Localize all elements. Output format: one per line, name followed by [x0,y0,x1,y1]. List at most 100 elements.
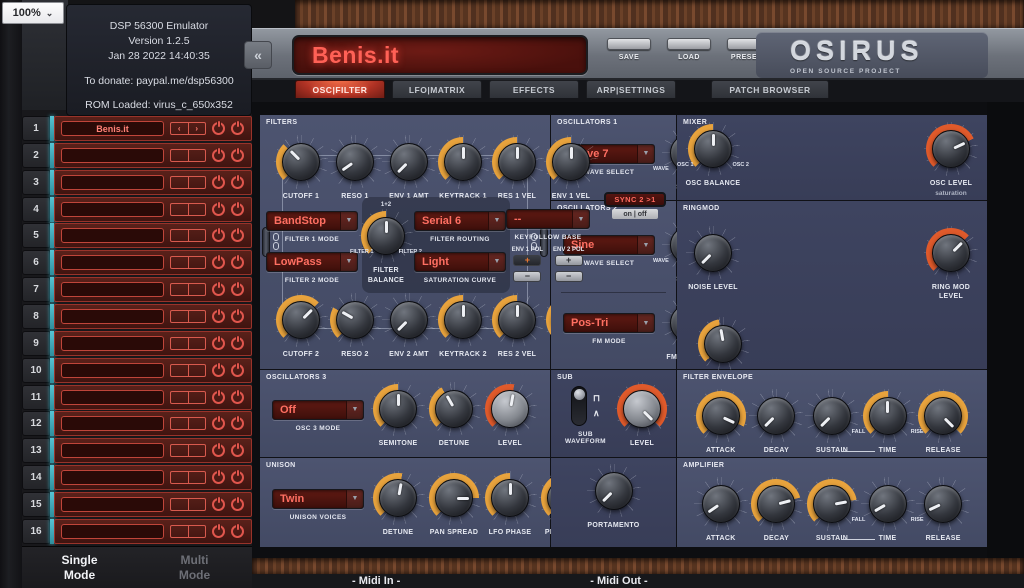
button-cell[interactable] [189,257,206,268]
knob-dial[interactable] [490,293,544,347]
knob-dial[interactable] [382,135,436,189]
filter2-mode-select[interactable]: LowPass ▼ [266,252,358,272]
knob-dial[interactable] [916,477,970,531]
part-select-button[interactable] [170,337,206,350]
part-power-icon[interactable] [231,229,244,242]
part-row-5[interactable]: 5 [22,223,252,248]
part-power-icon[interactable] [212,149,225,162]
part-name-display[interactable]: Benis.it [61,121,164,136]
unison-voices-select[interactable]: Twin ▼ [272,489,364,509]
knob-dial[interactable] [274,293,328,347]
part-power-icon[interactable] [212,283,225,296]
tab-lfo-matrix[interactable]: LFO|MATRIX [392,80,482,98]
part-power-icon[interactable] [212,391,225,404]
part-power-icon[interactable] [231,310,244,323]
knob-dial[interactable] [924,122,978,176]
part-power-icon[interactable] [212,444,225,457]
button-cell[interactable] [171,177,189,188]
part-power-icon[interactable] [212,122,225,135]
button-cell[interactable] [171,499,189,510]
part-select-button[interactable] [170,391,206,404]
filter1-mode-select[interactable]: BandStop ▼ [266,211,358,231]
button-cell[interactable] [189,499,206,510]
env1-vel-knob[interactable]: ENV 1 VEL [544,135,598,201]
knob-dial[interactable] [483,382,537,436]
res1-vel-knob[interactable]: RES 1 VEL [490,135,544,201]
next-patch-icon[interactable]: › [189,123,206,134]
part-name-display[interactable] [61,202,164,217]
part-power-icon[interactable] [231,176,244,189]
part-name-display[interactable] [61,148,164,163]
part-power-icon[interactable] [231,283,244,296]
knob-dial[interactable] [544,135,598,189]
knob-dial[interactable] [694,477,748,531]
fenv-decay-knob[interactable]: DECAY [749,389,805,455]
lfo-phase-knob[interactable]: LFO PHASE [482,471,538,537]
cutoff1-knob[interactable]: CUTOFF 1 [274,135,328,201]
button-cell[interactable] [189,472,206,483]
save-button[interactable]: SAVE [604,38,654,61]
part-select-button[interactable] [170,256,206,269]
part-select-button[interactable] [170,310,206,323]
patch-name-display[interactable]: Benis.it [292,35,588,75]
button-cell[interactable] [189,526,206,537]
amp-sustain-knob[interactable]: SUSTAIN [804,477,860,543]
part-power-icon[interactable] [231,444,244,457]
part-prev-next-buttons[interactable]: ‹› [170,122,206,135]
ring-mod-level-knob[interactable]: RING MOD LEVEL [923,226,979,301]
env1-amt-knob[interactable]: ENV 1 AMT [382,135,436,201]
part-power-icon[interactable] [212,310,225,323]
fenv-sustain-knob[interactable]: SUSTAIN [804,389,860,455]
part-name-display[interactable] [61,175,164,190]
part-row-7[interactable]: 7 [22,277,252,302]
part-power-icon[interactable] [212,498,225,511]
part-name-display[interactable] [61,443,164,458]
button-cell[interactable] [189,445,206,456]
knob-dial[interactable] [436,135,490,189]
knob-dial[interactable] [274,135,328,189]
part-number[interactable]: 12 [22,411,50,436]
part-power-icon[interactable] [231,525,244,538]
button-cell[interactable] [189,365,206,376]
knob-dial[interactable] [371,382,425,436]
osc-level-knob[interactable]: OSC LEVELsaturation [923,122,979,196]
fenv-time-knob[interactable]: FALLRISETIME [860,389,916,455]
part-row-15[interactable]: 15 [22,492,252,517]
part-power-icon[interactable] [231,203,244,216]
load-button-cap[interactable] [667,38,711,50]
part-row-6[interactable]: 6 [22,250,252,275]
portamento-knob[interactable]: PORTAMENTO [586,464,642,530]
osc3-mode-select[interactable]: Off ▼ [272,400,364,420]
part-row-12[interactable]: 12 [22,411,252,436]
part-power-icon[interactable] [231,471,244,484]
reso2-knob[interactable]: RESO 2 [328,293,382,359]
part-number[interactable]: 3 [22,170,50,195]
prev-patch-icon[interactable]: ‹ [171,123,189,134]
part-power-icon[interactable] [231,364,244,377]
part-name-display[interactable] [61,416,164,431]
knob-dial[interactable] [916,389,970,443]
part-select-button[interactable] [170,444,206,457]
button-cell[interactable] [171,230,189,241]
part-power-icon[interactable] [212,229,225,242]
button-cell[interactable] [171,257,189,268]
button-cell[interactable] [189,204,206,215]
part-select-button[interactable] [170,471,206,484]
part-row-3[interactable]: 3 [22,170,252,195]
button-cell[interactable] [189,150,206,161]
part-power-icon[interactable] [231,337,244,350]
part-select-button[interactable] [170,176,206,189]
collapse-sidebar-button[interactable]: « [244,41,272,69]
knob-dial[interactable] [924,226,978,280]
env2-pol-plus-button[interactable]: + [555,255,583,266]
knob-dial[interactable] [427,382,481,436]
knob-dial[interactable] [328,135,382,189]
part-row-2[interactable]: 2 [22,143,252,168]
part-row-16[interactable]: 16 [22,519,252,544]
button-cell[interactable] [189,230,206,241]
multi-mode-button[interactable]: MultiMode [137,553,252,583]
button-cell[interactable] [189,392,206,403]
part-name-display[interactable] [61,470,164,485]
part-name-display[interactable] [61,363,164,378]
knob-dial[interactable] [615,382,669,436]
